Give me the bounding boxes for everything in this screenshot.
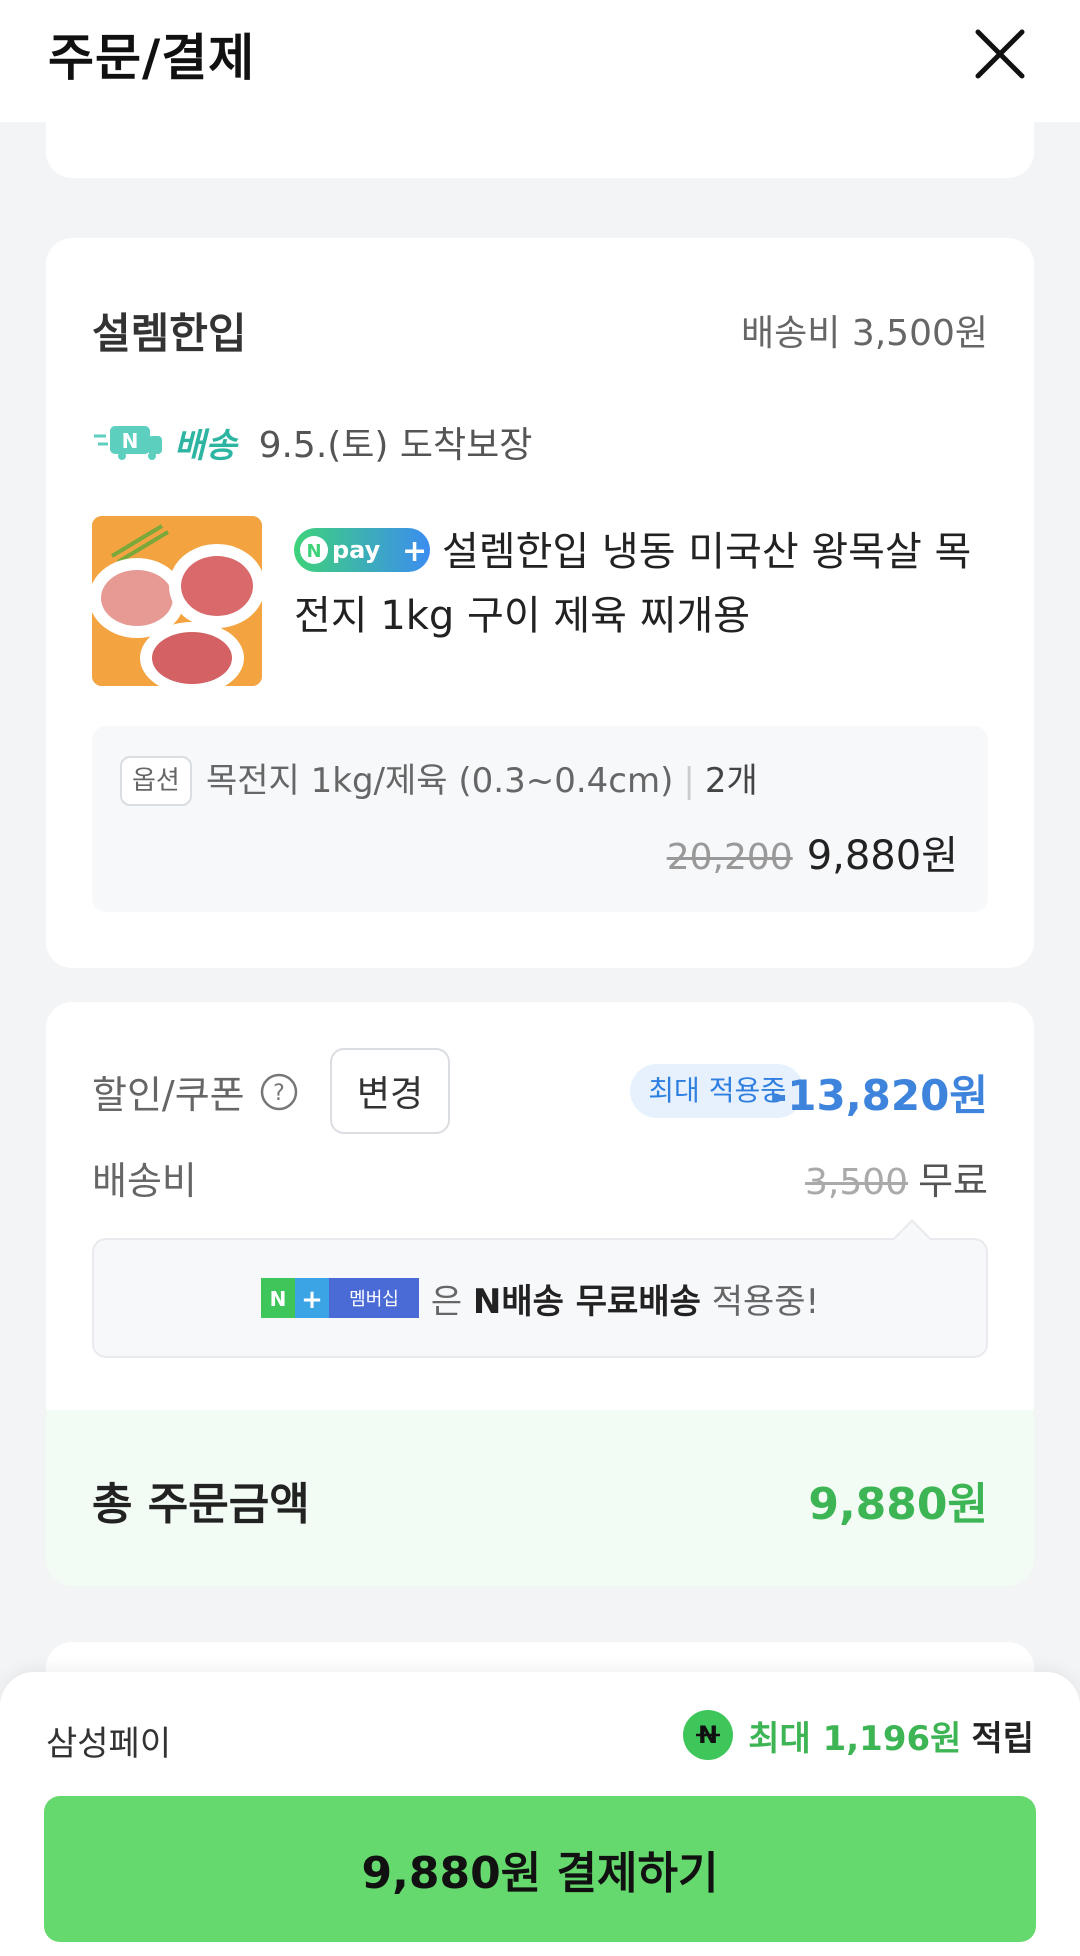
option-name: 목전지 1kg/제육 (0.3~0.4cm) bbox=[206, 761, 674, 801]
svg-text:pay: pay bbox=[332, 536, 381, 564]
sale-price: 9,880원 bbox=[806, 833, 958, 879]
shipping-value: 3,500 무료 bbox=[805, 1150, 988, 1205]
previous-section-card bbox=[46, 100, 1034, 178]
shipping-original-fee: 3,500 bbox=[805, 1162, 909, 1203]
svg-text:?: ? bbox=[273, 1081, 285, 1106]
discount-coupon-label: 할인/쿠폰 ? bbox=[92, 1064, 299, 1119]
total-value: 9,880원 bbox=[808, 1479, 988, 1530]
option-tag: 옵션 bbox=[120, 756, 192, 806]
membership-bold: N배송 무료배송 bbox=[472, 1281, 701, 1322]
payment-method[interactable]: 삼성페이 bbox=[46, 1716, 171, 1765]
delivery-guarantee: N 배송 9.5.(토) 도착보장 bbox=[92, 418, 532, 466]
seller-name: 설렘한입 bbox=[92, 309, 247, 358]
product-image[interactable] bbox=[92, 516, 262, 686]
meat-photo-icon bbox=[92, 516, 262, 686]
close-icon bbox=[975, 29, 1025, 79]
points-suffix: 적립 bbox=[971, 1718, 1034, 1759]
question-circle-icon[interactable]: ? bbox=[259, 1072, 299, 1112]
option-detail: 목전지 1kg/제육 (0.3~0.4cm) | 2개 bbox=[206, 756, 758, 806]
pay-button[interactable]: 9,880원 결제하기 bbox=[44, 1796, 1036, 1942]
total-label: 총 주문금액 bbox=[92, 1479, 310, 1530]
close-button[interactable] bbox=[968, 22, 1032, 86]
page-title: 주문/결제 bbox=[48, 29, 256, 87]
option-divider: | bbox=[683, 761, 695, 801]
product-title[interactable]: N pay + 설렘한입 냉동 미국산 왕목살 목전지 1kg 구이 제육 찌개… bbox=[294, 520, 994, 648]
seller-shipping-fee: 배송비 3,500원 bbox=[741, 313, 988, 354]
membership-badge-label: 멤버십 bbox=[349, 1289, 399, 1310]
delivery-brand: 배송 bbox=[174, 425, 237, 466]
membership-suffix: 적용중! bbox=[711, 1281, 820, 1322]
membership-prefix: 은 bbox=[430, 1281, 463, 1322]
price-row: 20,200 9,880원 bbox=[667, 826, 958, 888]
option-quantity: 2개 bbox=[704, 761, 758, 801]
svg-text:N: N bbox=[306, 541, 321, 562]
svg-text:N: N bbox=[269, 1287, 286, 1311]
change-coupon-button[interactable]: 변경 bbox=[330, 1048, 450, 1134]
discount-coupon-text: 할인/쿠폰 bbox=[92, 1073, 245, 1117]
membership-notice: N + 멤버십 은 N배송 무료배송 적용중! bbox=[92, 1238, 988, 1358]
delivery-date: 9.5.(토) 도착보장 bbox=[258, 425, 533, 466]
npay-plus-badge-icon: N pay + bbox=[294, 528, 430, 572]
discount-card: 할인/쿠폰 ? 변경 최대 적용중 -13,820원 배송비 3,500 무료 N… bbox=[46, 1002, 1034, 1586]
original-price: 20,200 bbox=[666, 837, 793, 878]
points-info: N 최대 1,196원 적립 bbox=[682, 1702, 1034, 1768]
total-order-box: 총 주문금액 9,880원 bbox=[46, 1410, 1034, 1586]
shipping-free: 무료 bbox=[918, 1159, 988, 1203]
membership-text: 은 N배송 무료배송 적용중! bbox=[431, 1274, 819, 1323]
payment-bottom-sheet: 삼성페이 N 최대 1,196원 적립 9,880원 결제하기 bbox=[0, 1672, 1080, 1956]
n-delivery-truck-icon: N bbox=[94, 426, 162, 460]
svg-text:+: + bbox=[402, 534, 427, 569]
naver-points-icon: N bbox=[683, 1710, 734, 1760]
option-box: 옵션 목전지 1kg/제육 (0.3~0.4cm) | 2개 20,200 9,880… bbox=[92, 726, 988, 912]
svg-text:+: + bbox=[301, 1285, 323, 1315]
seller-card: 설렘한입 배송비 3,500원 N 배송 9.5.(토) 도착보장 N pay … bbox=[46, 238, 1034, 968]
n-plus-membership-badge-icon: N + 멤버십 bbox=[260, 1278, 419, 1318]
discount-amount: -13,820원 bbox=[769, 1071, 988, 1120]
points-amount: 최대 1,196원 bbox=[748, 1718, 962, 1759]
shipping-label: 배송비 bbox=[92, 1159, 197, 1203]
svg-text:N: N bbox=[122, 429, 139, 453]
